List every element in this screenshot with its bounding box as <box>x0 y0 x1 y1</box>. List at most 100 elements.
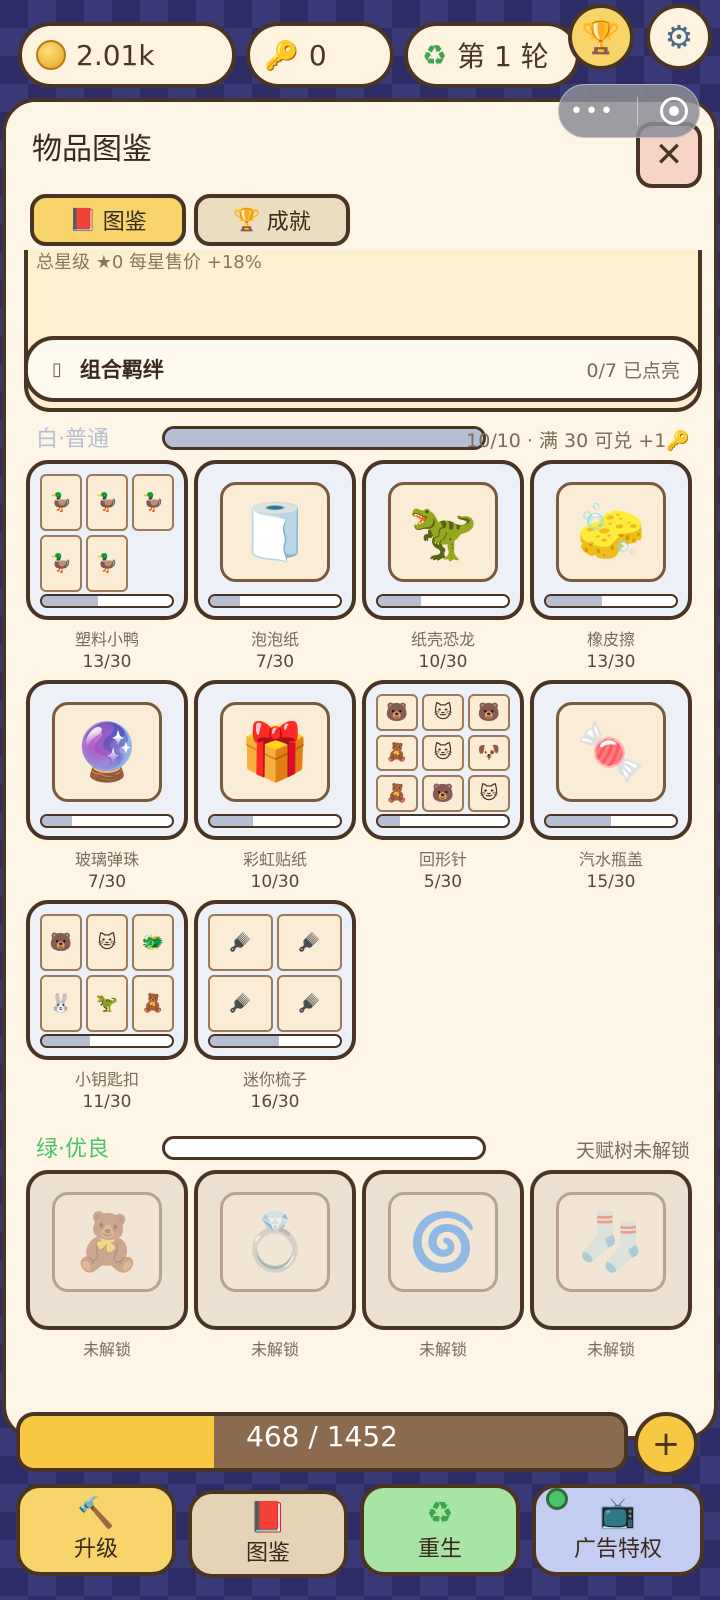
item-count: 13/30 <box>586 652 636 672</box>
item-art-chip: 🦆 <box>86 535 128 592</box>
nav-rebirth-button[interactable]: ♻ 重生 <box>360 1484 520 1576</box>
item-card[interactable]: 🧽 <box>530 460 692 620</box>
coin-counter[interactable]: 2.01k <box>18 22 236 88</box>
round-counter[interactable]: ♻ 第 1 轮 <box>404 22 580 88</box>
collection-item[interactable]: 🦆 🦆 🦆 🦆 🦆 塑料小鸭 13/30 <box>26 460 188 672</box>
item-art-chip: 🐶 <box>468 734 510 772</box>
item-name: 迷你梳子 <box>242 1070 307 1089</box>
item-card[interactable]: 🧻 <box>194 460 356 620</box>
settings-button[interactable]: ⚙ <box>646 4 712 70</box>
tier-green-title: 绿·优良 <box>36 1137 109 1162</box>
tab-achievements-label: 成就 <box>266 210 311 235</box>
trophy-button[interactable]: 🏆 <box>568 4 634 70</box>
collection-item[interactable]: 🎁 彩虹贴纸 10/30 <box>194 680 356 892</box>
item-card[interactable]: 🍬 <box>530 680 692 840</box>
tv-icon: 📺 <box>599 1496 637 1531</box>
item-progress-bar <box>208 1034 342 1048</box>
item-card[interactable]: 🧦 <box>530 1170 692 1330</box>
item-card[interactable]: 🔮 <box>26 680 188 840</box>
collection-item[interactable]: 🍬 汽水瓶盖 15/30 <box>530 680 692 892</box>
collection-item[interactable]: 🌀 未解锁 <box>362 1170 524 1360</box>
item-count: 11/30 <box>82 1092 132 1112</box>
key-counter[interactable]: 🔑 0 <box>246 22 394 88</box>
item-art: 🐻 🐱 🐻 🧸 🐱 🐶 🧸 🐻 🐱 <box>376 694 510 812</box>
collection-item[interactable]: 🪮 🪮 🪮 🪮 迷你梳子 16/30 <box>194 900 356 1112</box>
item-card[interactable]: 🧸 <box>26 1170 188 1330</box>
plus-icon: + <box>651 1424 681 1464</box>
item-card[interactable]: 🐻 🐱 🐲 🐰 🦖 🧸 <box>26 900 188 1060</box>
collection-item[interactable]: 🧽 橡皮擦 13/30 <box>530 460 692 672</box>
tab-collection[interactable]: 📕 图鉴 <box>30 194 186 246</box>
item-art-chip: 🪮 <box>208 914 273 971</box>
item-progress-bar <box>208 594 342 608</box>
tier-white-title: 白·普通 <box>36 427 109 452</box>
miniprogram-capsule[interactable]: ••• <box>558 84 700 138</box>
collection-item[interactable]: 💍 未解锁 <box>194 1170 356 1360</box>
item-art-chip: 🦆 <box>132 474 174 531</box>
item-card[interactable]: 🌀 <box>362 1170 524 1330</box>
collection-item[interactable]: 🧸 未解锁 <box>26 1170 188 1360</box>
item-card[interactable]: 🦖 <box>362 460 524 620</box>
item-name: 未解锁 <box>418 1340 467 1359</box>
item-name: 彩虹贴纸 <box>242 850 307 869</box>
item-count: 15/30 <box>586 872 636 892</box>
collection-item[interactable]: 🧻 泡泡纸 7/30 <box>194 460 356 672</box>
tab-achievements[interactable]: 🏆 成就 <box>194 194 350 246</box>
nav-ad-privilege-label: 广告特权 <box>573 1537 662 1562</box>
tier-green-progress <box>162 1136 486 1160</box>
item-card[interactable]: 🦆 🦆 🦆 🦆 🦆 <box>26 460 188 620</box>
item-name: 纸壳恐龙 <box>410 630 475 649</box>
bond-count: 0/7 已点亮 <box>586 359 680 382</box>
collection-item[interactable]: 🧦 未解锁 <box>530 1170 692 1360</box>
nav-collection-label: 图鉴 <box>245 1541 290 1566</box>
item-progress-bar <box>376 814 510 828</box>
item-art-chip: 🐱 <box>422 734 464 772</box>
item-art: 🧦 <box>556 1192 666 1292</box>
item-count: 10/30 <box>418 652 468 672</box>
tab-collection-label: 图鉴 <box>102 210 147 235</box>
coin-amount: 2.01k <box>76 38 155 72</box>
gear-icon: ⚙ <box>664 18 694 56</box>
panel-title: 物品图鉴 <box>32 132 152 167</box>
item-count: 13/30 <box>82 652 132 672</box>
close-icon: ✕ <box>654 135 684 175</box>
item-art-chip: 🪮 <box>277 975 342 1032</box>
trophy-icon: 🏆 <box>581 18 621 56</box>
item-count: 5/30 <box>423 872 463 892</box>
item-card[interactable]: 🎁 <box>194 680 356 840</box>
key-small-icon: 🔑 <box>666 430 690 452</box>
item-art-chip: 🧸 <box>376 734 418 772</box>
item-art: 🧻 <box>220 482 330 582</box>
item-name: 玻璃弹珠 <box>74 850 139 869</box>
collection-item[interactable]: 🐻 🐱 🐻 🧸 🐱 🐶 🧸 🐻 🐱 回形针 5/30 <box>362 680 524 892</box>
book-nav-icon: 📕 <box>249 1500 287 1535</box>
combo-bond-bar[interactable]: ▯ 组合羁绊 0/7 已点亮 <box>24 336 702 402</box>
more-icon: ••• <box>570 98 615 124</box>
item-art: 🪮 🪮 🪮 🪮 <box>208 914 342 1032</box>
book-icon: 📕 <box>69 207 97 233</box>
collection-item[interactable]: 🐻 🐱 🐲 🐰 🦖 🧸 小钥匙扣 11/30 <box>26 900 188 1112</box>
collection-item[interactable]: 🦖 纸壳恐龙 10/30 <box>362 460 524 672</box>
item-art: 🧽 <box>556 482 666 582</box>
item-art-chip: 🐲 <box>132 914 174 971</box>
item-art: 💍 <box>220 1192 330 1292</box>
item-art: 🎁 <box>220 702 330 802</box>
item-art-chip: 🐻 <box>376 694 418 731</box>
item-card[interactable]: 🐻 🐱 🐻 🧸 🐱 🐶 🧸 🐻 🐱 <box>362 680 524 840</box>
trophy-small-icon: 🏆 <box>233 207 261 233</box>
nav-collection-button[interactable]: 📕 图鉴 <box>188 1490 348 1578</box>
item-card[interactable]: 🪮 🪮 🪮 🪮 <box>194 900 356 1060</box>
item-count: 7/30 <box>255 652 295 672</box>
item-progress-bar <box>40 594 174 608</box>
item-name: 汽水瓶盖 <box>578 850 643 869</box>
item-card[interactable]: 💍 <box>194 1170 356 1330</box>
item-progress-bar <box>208 814 342 828</box>
level-progress-bar: 468 / 1452 <box>16 1412 628 1472</box>
item-progress-bar <box>40 814 174 828</box>
nav-upgrade-button[interactable]: 🔨 升级 <box>16 1484 176 1576</box>
nav-upgrade-label: 升级 <box>73 1537 118 1562</box>
add-button[interactable]: + <box>634 1412 698 1476</box>
recycle-icon: ♻ <box>422 38 448 72</box>
item-count: 7/30 <box>87 872 127 892</box>
collection-item[interactable]: 🔮 玻璃弹珠 7/30 <box>26 680 188 892</box>
